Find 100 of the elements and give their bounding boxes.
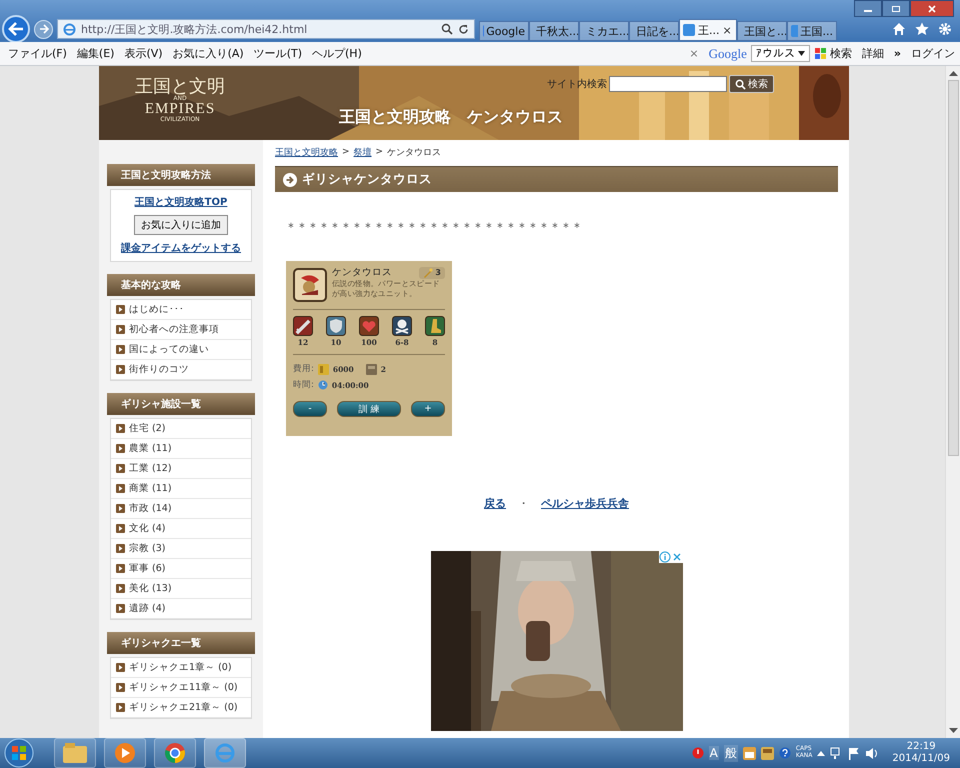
- forward-button[interactable]: [34, 20, 53, 38]
- scroll-down-icon[interactable]: [948, 728, 958, 734]
- sidebar-item[interactable]: ギリシャクエ21章～ (0): [129, 701, 238, 714]
- ime-toolbox-icon[interactable]: [742, 746, 756, 760]
- folder-taskbar-icon[interactable]: [54, 738, 96, 768]
- add-favorite-button[interactable]: お気に入りに追加: [134, 215, 228, 235]
- refresh-icon[interactable]: [458, 24, 469, 34]
- bullet-icon: [116, 524, 125, 533]
- chevron-button[interactable]: »: [888, 47, 906, 60]
- toolbar-search-field[interactable]: ｱウルス: [750, 45, 810, 62]
- breadcrumb-link[interactable]: 王国と文明攻略: [275, 146, 338, 158]
- attack-stat-icon: [293, 316, 313, 336]
- unit-name: ケンタウロス: [332, 266, 392, 279]
- sidebar-item[interactable]: ギリシャクエ11章～ (0): [129, 681, 238, 694]
- back-arrow-icon: [8, 22, 24, 36]
- show-hidden-icons-icon[interactable]: [817, 750, 826, 756]
- sidebar-item[interactable]: 美化 (13): [129, 582, 172, 595]
- clock-time[interactable]: 22:19: [906, 740, 936, 753]
- clock-icon: [318, 380, 328, 390]
- browser-tab[interactable]: 王国と...: [737, 21, 787, 41]
- browser-tab[interactable]: 千秋太...: [529, 21, 579, 41]
- coin-icon: [318, 364, 329, 374]
- nav-link[interactable]: ペルシャ歩兵兵舎: [541, 496, 629, 511]
- alert-icon[interactable]: [692, 747, 704, 759]
- browser-tab[interactable]: 日記を...: [629, 21, 679, 41]
- browser-tab[interactable]: Google: [479, 21, 529, 41]
- chrome-taskbar-icon[interactable]: [154, 738, 196, 768]
- close-tab-button[interactable]: ×: [722, 24, 732, 36]
- info-icon[interactable]: [659, 551, 671, 563]
- sidebar-item[interactable]: 文化 (4): [129, 522, 166, 535]
- ime-pad-icon[interactable]: [760, 746, 774, 760]
- close-icon[interactable]: [671, 551, 683, 563]
- more-button[interactable]: 詳細: [856, 46, 889, 61]
- sidebar-item[interactable]: 市政 (14): [129, 502, 172, 515]
- clock-date[interactable]: 2014/11/09: [892, 753, 950, 766]
- logo-text: EMPIRES: [144, 102, 216, 117]
- close-toolbar-button[interactable]: ×: [683, 47, 705, 60]
- train-button[interactable]: 訓 練: [337, 401, 401, 417]
- browser-tab[interactable]: 王国...: [787, 21, 837, 41]
- menu-item[interactable]: ヘルプ(H): [308, 46, 366, 61]
- maximize-button[interactable]: [882, 0, 910, 17]
- close-button[interactable]: [910, 0, 954, 17]
- sidebar-item[interactable]: 初心者への注意事項: [129, 323, 219, 336]
- forward-arrow-icon: [38, 24, 48, 34]
- sidebar-item[interactable]: 商業 (11): [129, 482, 172, 495]
- sidebar-item[interactable]: 国によっての違い: [129, 343, 209, 356]
- sidebar-link[interactable]: 課金アイテムをゲットする: [121, 241, 241, 255]
- damage-stat-icon: [392, 316, 412, 336]
- sidebar-link[interactable]: 王国と文明攻略TOP: [134, 195, 228, 209]
- nav-link[interactable]: 戻る: [484, 496, 506, 511]
- volume-icon[interactable]: [865, 746, 880, 760]
- sidebar-item[interactable]: 農業 (11): [129, 442, 172, 455]
- menu-item[interactable]: ファイル(F): [4, 46, 71, 61]
- sidebar-item[interactable]: 工業 (12): [129, 462, 172, 475]
- breadcrumb-link[interactable]: 祭壇: [354, 146, 372, 158]
- centaur-portrait-icon: [293, 268, 327, 302]
- menu-item[interactable]: 編集(E): [72, 46, 118, 61]
- star-icon[interactable]: [915, 22, 929, 36]
- address-bar[interactable]: http://王国と文明.攻略方法.com/hei42.html: [57, 19, 475, 39]
- sidebar-item[interactable]: 宗教 (3): [129, 542, 166, 555]
- sidebar-item[interactable]: 住宅 (2): [129, 422, 166, 435]
- minimize-button[interactable]: [854, 0, 882, 17]
- back-button[interactable]: [2, 15, 30, 43]
- settings-icon[interactable]: [938, 22, 952, 36]
- home-icon[interactable]: [892, 22, 906, 36]
- sidebar-heading: ギリシャクエ一覧: [107, 632, 255, 654]
- browser-tab[interactable]: 王... ×: [679, 19, 737, 41]
- bullet-icon: [116, 504, 125, 513]
- menu-item[interactable]: 表示(V): [120, 46, 167, 61]
- bullet-icon: [116, 444, 125, 453]
- ime-indicator[interactable]: 般: [724, 744, 738, 762]
- train-button[interactable]: +: [411, 401, 445, 417]
- sidebar-item[interactable]: 街作りのコツ: [129, 363, 189, 376]
- menu-item[interactable]: ツール(T): [250, 46, 306, 61]
- search-button[interactable]: 検索: [729, 75, 774, 93]
- search-field[interactable]: [609, 76, 727, 92]
- start-button[interactable]: [4, 738, 34, 768]
- squares-icon: [814, 48, 827, 60]
- sidebar-item[interactable]: 軍事 (6): [129, 562, 166, 575]
- ime-indicator[interactable]: A: [708, 746, 719, 760]
- search-icon: [735, 78, 746, 90]
- scrollbar[interactable]: [945, 66, 960, 738]
- search-icon[interactable]: [441, 23, 453, 35]
- sidebar-heading: 王国と文明攻略方法: [107, 164, 255, 186]
- sidebar-item[interactable]: はじめに･･･: [129, 303, 184, 316]
- flag-icon[interactable]: [848, 746, 860, 760]
- media-player-taskbar-icon[interactable]: [104, 738, 146, 768]
- login-button[interactable]: ログイン: [906, 46, 960, 61]
- sidebar-item[interactable]: 遺跡 (4): [129, 602, 166, 615]
- train-button[interactable]: -: [293, 401, 327, 417]
- toolbar-search-button[interactable]: 検索: [810, 46, 857, 61]
- scroll-up-icon[interactable]: [948, 70, 958, 76]
- browser-tab[interactable]: ミカエ...: [579, 21, 629, 41]
- speed-stat-icon: [425, 316, 445, 336]
- sidebar-item[interactable]: ギリシャクエ1章～ (0): [129, 661, 232, 674]
- nav-separator: ・: [518, 496, 529, 511]
- bullet-icon: [116, 564, 125, 573]
- close-icon: [927, 4, 937, 12]
- help-icon[interactable]: [778, 747, 791, 759]
- menu-item[interactable]: お気に入り(A): [168, 46, 248, 61]
